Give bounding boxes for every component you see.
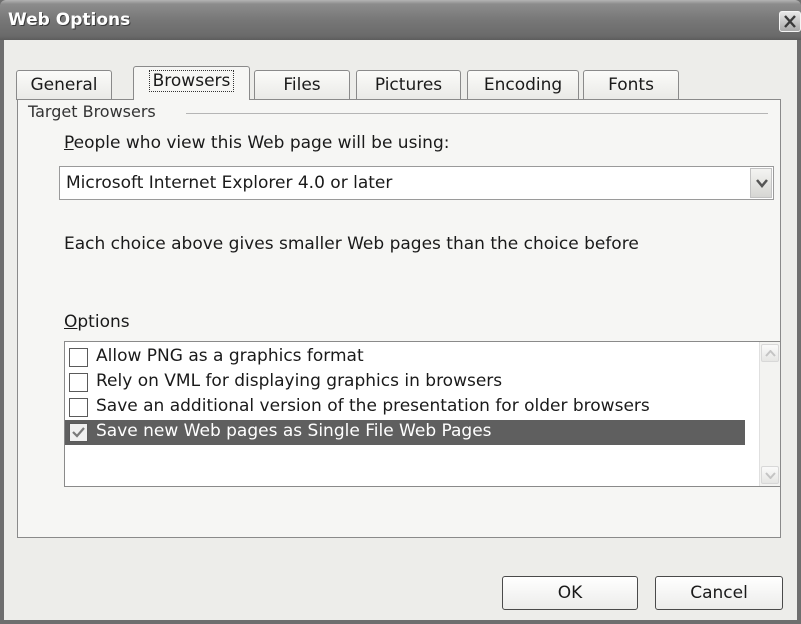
people-label-accelerator: P	[64, 133, 74, 153]
option-label: Allow PNG as a graphics format	[96, 346, 364, 366]
tab-label: Browsers	[148, 70, 235, 92]
options-label-text: ptions	[77, 312, 130, 332]
browsers-tab-panel: Target Browsers People who view this Web…	[17, 99, 781, 538]
dialog-client-area: General Browsers Files Pictures Encoding…	[4, 40, 797, 620]
cancel-button[interactable]: Cancel	[655, 576, 783, 610]
window-title: Web Options	[8, 10, 131, 30]
tab-general[interactable]: General	[16, 70, 112, 100]
options-scrollbar[interactable]	[759, 342, 780, 486]
tab-label: Encoding	[483, 75, 563, 95]
checkbox[interactable]	[69, 398, 88, 417]
title-bar[interactable]: Web Options	[0, 0, 801, 40]
option-rely-on-vml[interactable]: Rely on VML for displaying graphics in b…	[65, 370, 745, 395]
tab-label: Fonts	[608, 75, 654, 95]
people-using-label: People who view this Web page will be us…	[64, 133, 449, 153]
scroll-down-button[interactable]	[761, 466, 779, 484]
dropdown-button[interactable]	[750, 168, 772, 198]
selected-browser-value: Microsoft Internet Explorer 4.0 or later	[66, 173, 393, 193]
tab-label: Files	[283, 75, 321, 95]
chevron-down-icon	[756, 179, 768, 188]
option-label: Rely on VML for displaying graphics in b…	[96, 371, 503, 391]
tab-encoding[interactable]: Encoding	[467, 70, 579, 100]
scroll-up-button[interactable]	[761, 344, 779, 362]
tab-label: Pictures	[374, 75, 443, 95]
option-save-older-version[interactable]: Save an additional version of the presen…	[65, 395, 745, 420]
option-label: Save new Web pages as Single File Web Pa…	[96, 421, 492, 441]
scroll-down-icon	[765, 472, 776, 479]
options-listbox[interactable]: Allow PNG as a graphics format Rely on V…	[64, 341, 781, 487]
tab-browsers[interactable]: Browsers	[133, 66, 250, 100]
browser-choice-hint: Each choice above gives smaller Web page…	[64, 234, 639, 254]
option-label: Save an additional version of the presen…	[96, 396, 650, 416]
tab-label: General	[30, 75, 98, 95]
tab-fonts[interactable]: Fonts	[583, 70, 679, 100]
options-label: Options	[64, 312, 130, 332]
tab-files[interactable]: Files	[254, 70, 350, 100]
target-browser-dropdown[interactable]: Microsoft Internet Explorer 4.0 or later	[59, 166, 774, 200]
checkbox[interactable]	[69, 348, 88, 367]
web-options-dialog: Web Options General Browsers Files Pictu…	[0, 0, 801, 624]
checkbox[interactable]	[69, 373, 88, 392]
scroll-up-icon	[765, 350, 776, 357]
ok-button[interactable]: OK	[502, 576, 638, 610]
checkmark-icon	[72, 427, 85, 438]
close-button[interactable]	[779, 11, 801, 32]
people-label-text: eople who view this Web page will be usi…	[73, 133, 450, 153]
option-single-file-web-pages[interactable]: Save new Web pages as Single File Web Pa…	[65, 420, 745, 445]
tab-pictures[interactable]: Pictures	[356, 70, 461, 100]
target-browsers-group-label: Target Browsers	[28, 102, 156, 121]
group-divider	[186, 113, 768, 114]
checkbox[interactable]	[69, 423, 88, 442]
options-label-accelerator: O	[64, 312, 78, 332]
close-icon	[784, 15, 796, 28]
option-allow-png[interactable]: Allow PNG as a graphics format	[65, 345, 745, 370]
